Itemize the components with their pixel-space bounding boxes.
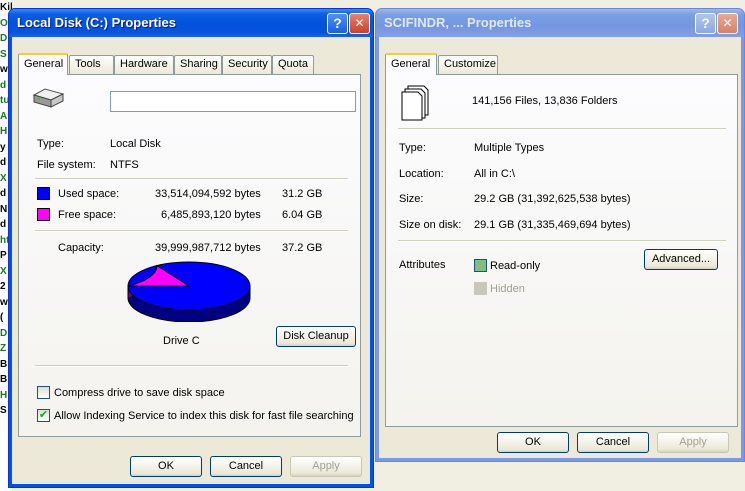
separator	[35, 365, 348, 367]
background-text-fragment: H	[0, 389, 8, 401]
compress-drive-checkbox[interactable]	[37, 386, 50, 399]
help-button[interactable]: ?	[327, 13, 348, 34]
background-text-fragment: w	[0, 64, 8, 75]
hidden-label: Hidden	[490, 283, 525, 295]
used-space-bytes: 33,514,094,592 bytes	[155, 188, 261, 200]
background-text-fragment: d	[0, 157, 7, 168]
background-text-fragment: (	[0, 312, 4, 323]
background-text-fragment: N	[0, 203, 8, 215]
free-space-swatch	[37, 208, 50, 221]
background-text-fragment: D	[0, 33, 8, 44]
read-only-checkbox[interactable]	[474, 259, 487, 272]
filesystem-value: NTFS	[110, 159, 139, 171]
close-button[interactable]: ✕	[349, 13, 370, 34]
used-space-label: Used space:	[58, 188, 120, 200]
dialog-client: General Tools Hardware Sharing Security …	[12, 37, 370, 484]
multiple-files-icon	[401, 85, 429, 121]
size-on-disk-label: Size on disk:	[399, 219, 462, 231]
size-value: 29.2 GB (31,392,625,538 bytes)	[474, 193, 631, 205]
tab-tools[interactable]: Tools	[69, 55, 114, 74]
background-text-fragment: X	[0, 172, 7, 184]
cancel-button[interactable]: Cancel	[210, 456, 282, 477]
filesystem-label: File system:	[37, 159, 96, 171]
cancel-button[interactable]: Cancel	[577, 432, 649, 453]
capacity-gb: 37.2 GB	[282, 242, 323, 254]
free-space-label: Free space:	[58, 209, 117, 221]
background-text-fragment: 2	[0, 281, 6, 292]
type-value: Local Disk	[110, 138, 161, 150]
hard-drive-icon	[32, 88, 65, 108]
local-disk-properties-window: Local Disk (C:) Properties ? ✕ General T…	[8, 8, 374, 488]
attributes-label: Attributes	[399, 259, 446, 271]
help-button[interactable]: ?	[695, 13, 716, 34]
dialog-client: General Customize 141,156 Files, 13,836 …	[379, 37, 741, 458]
used-space-swatch	[37, 187, 50, 200]
title-bar[interactable]: SCIFINDR, ... Properties ? ✕	[376, 9, 744, 37]
file-folder-summary: 141,156 Files, 13,836 Folders	[472, 95, 618, 107]
background-text-fragment: d	[0, 79, 7, 91]
background-text-fragment: X	[0, 265, 7, 277]
background-text-fragment: y	[0, 141, 6, 153]
ok-button[interactable]: OK	[497, 432, 569, 453]
location-value: All in C:\	[474, 168, 515, 180]
tab-quota[interactable]: Quota	[272, 55, 314, 74]
size-label: Size:	[399, 193, 424, 205]
background-text-fragment: S	[0, 405, 7, 416]
tab-hardware[interactable]: Hardware	[114, 55, 174, 74]
window-title: Local Disk (C:) Properties	[17, 15, 176, 30]
tab-security[interactable]: Security	[222, 55, 272, 74]
size-on-disk-value: 29.1 GB (31,335,469,694 bytes)	[474, 219, 631, 231]
background-text-fragment: B	[0, 358, 8, 370]
hidden-checkbox[interactable]	[474, 282, 487, 295]
apply-button[interactable]: Apply	[290, 456, 362, 477]
capacity-label: Capacity:	[58, 242, 104, 254]
free-space-gb: 6.04 GB	[282, 209, 323, 221]
separator	[35, 178, 348, 180]
capacity-bytes: 39,999,987,712 bytes	[155, 242, 261, 254]
tab-sharing[interactable]: Sharing	[174, 55, 222, 74]
background-text-fragment: w	[0, 296, 8, 308]
volume-label-input[interactable]	[110, 91, 356, 112]
general-panel: Type: Local Disk File system: NTFS Used …	[18, 74, 361, 437]
scifindr-properties-window: SCIFINDR, ... Properties ? ✕ General Cus…	[375, 8, 745, 462]
used-space-gb: 31.2 GB	[282, 188, 323, 200]
drive-name-label: Drive C	[163, 335, 200, 347]
type-label: Type:	[399, 142, 426, 154]
general-panel: 141,156 Files, 13,836 Folders Type: Mult…	[385, 74, 738, 427]
close-button[interactable]: ✕	[717, 13, 738, 34]
separator	[398, 240, 726, 242]
advanced-button[interactable]: Advanced...	[644, 249, 718, 270]
free-space-bytes: 6,485,893,120 bytes	[161, 209, 261, 221]
disk-usage-pie-chart	[127, 261, 251, 322]
background-text-fragment: Z	[0, 343, 7, 354]
background-text-fragment: D	[0, 327, 8, 339]
background-text-fragment: B	[0, 374, 8, 385]
type-value: Multiple Types	[474, 142, 545, 154]
tab-customize[interactable]: Customize	[438, 55, 498, 74]
read-only-label: Read-only	[490, 260, 541, 272]
allow-indexing-label: Allow Indexing Service to index this dis…	[54, 410, 354, 422]
tab-general[interactable]: General	[385, 53, 437, 75]
background-text-fragment: P	[0, 250, 7, 261]
tab-general[interactable]: General	[18, 53, 68, 75]
background-text-fragment: O	[0, 17, 8, 29]
disk-cleanup-button[interactable]: Disk Cleanup	[276, 326, 356, 347]
title-bar[interactable]: Local Disk (C:) Properties ? ✕	[9, 9, 373, 37]
location-label: Location:	[399, 168, 444, 180]
compress-drive-label: Compress drive to save disk space	[54, 387, 225, 399]
separator	[35, 230, 348, 232]
background-text-fragment: d	[0, 188, 7, 199]
type-label: Type:	[37, 138, 64, 150]
background-text-fragment: S	[0, 48, 7, 60]
ok-button[interactable]: OK	[130, 456, 202, 477]
separator	[398, 128, 726, 130]
window-title: SCIFINDR, ... Properties	[384, 15, 532, 30]
apply-button[interactable]: Apply	[657, 432, 729, 453]
allow-indexing-checkbox[interactable]: ✔	[37, 409, 50, 422]
background-text-fragment: d	[0, 219, 7, 230]
